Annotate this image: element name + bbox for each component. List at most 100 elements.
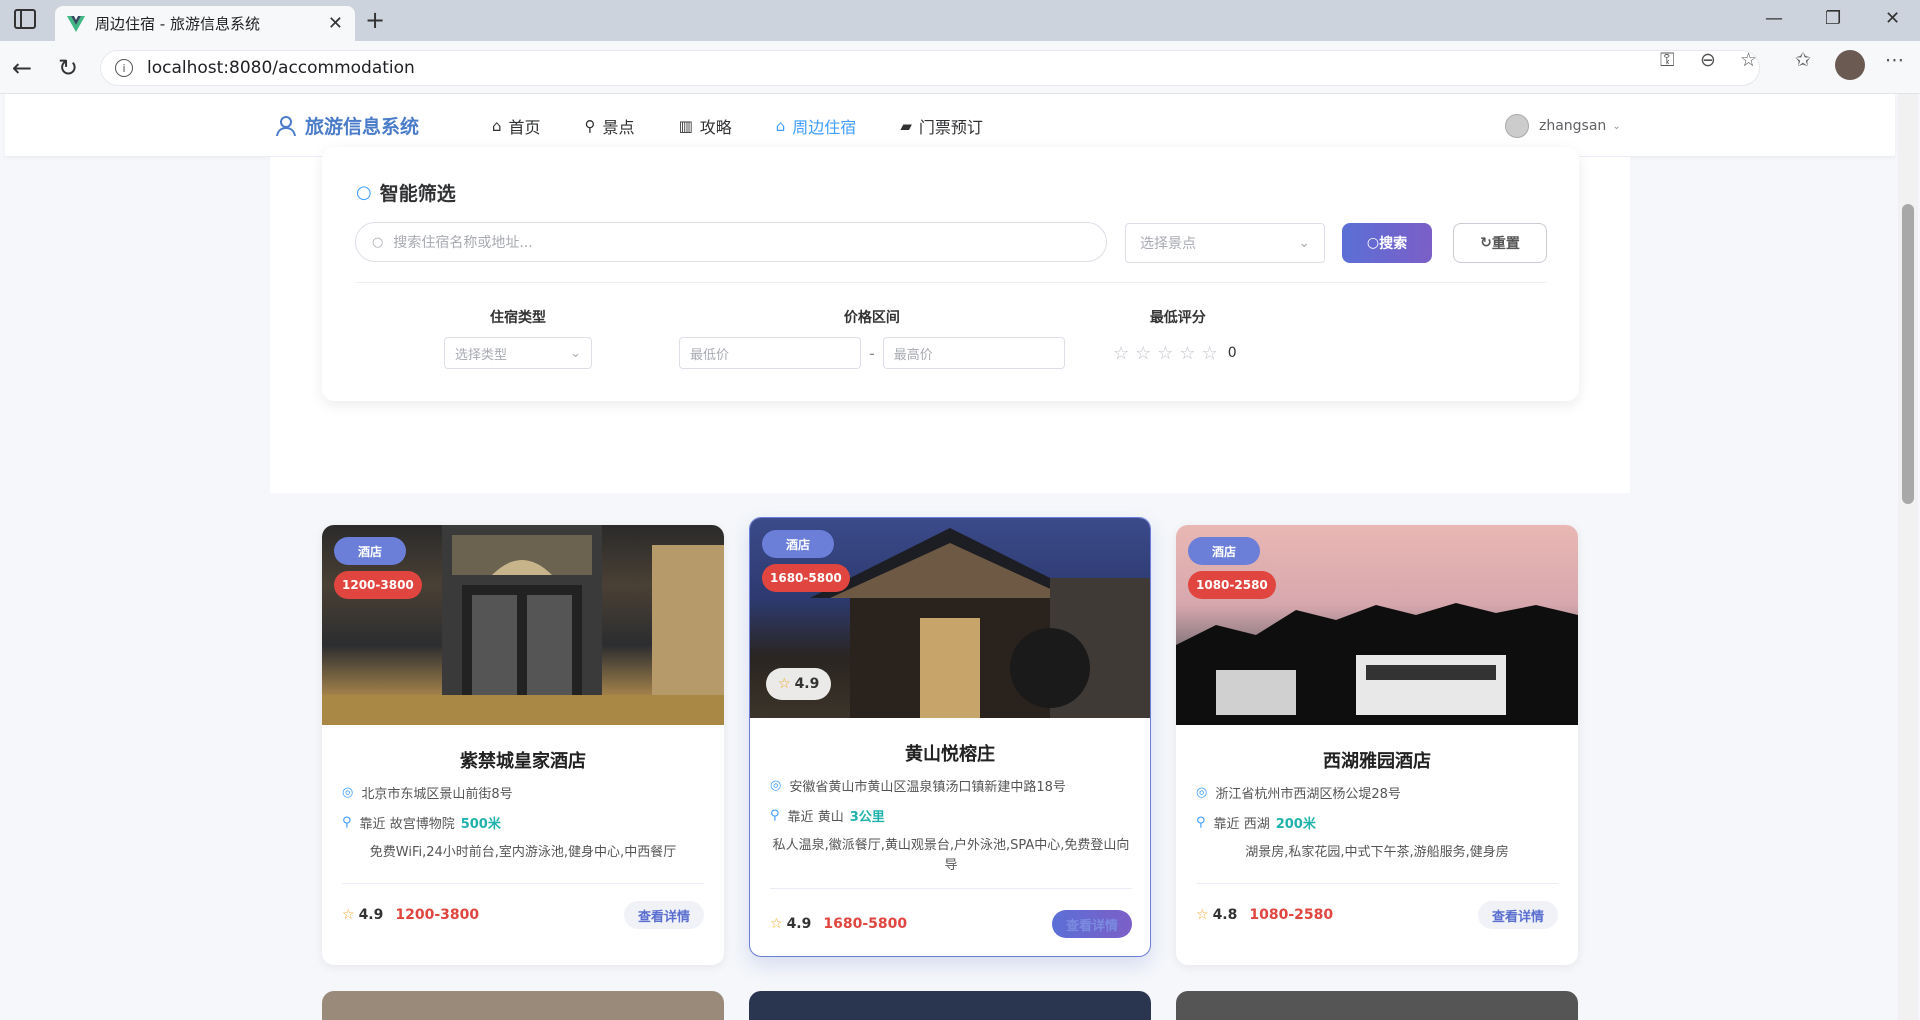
max-price-placeholder: 最高价 — [893, 347, 933, 363]
type-label: 住宿类型 — [490, 310, 546, 326]
near-line: ⚲ 靠近 黄山 3公里 — [770, 806, 885, 825]
rating: 4.8 — [1212, 907, 1238, 923]
attraction-placeholder: 选择景点 — [1140, 236, 1196, 252]
min-price-placeholder: 最低价 — [690, 347, 730, 363]
user-dropdown[interactable]: zhangsan ⌄ — [1505, 114, 1621, 138]
zoom-icon[interactable]: ⊖ — [1700, 49, 1716, 71]
browser-profile-avatar[interactable] — [1835, 50, 1865, 80]
search-icon: ○ — [1366, 235, 1380, 251]
user-logo-icon — [275, 115, 297, 137]
more-menu-icon[interactable]: ⋯ — [1885, 49, 1904, 71]
vue-logo-icon — [67, 15, 85, 33]
address-text: 安徽省黄山市黄山区温泉镇汤口镇新建中路18号 — [789, 780, 1066, 795]
app-logo[interactable]: 旅游信息系统 — [275, 112, 419, 139]
next-card-image — [322, 991, 724, 1020]
facilities: 湖景房,私家花园,中式下午茶,游船服务,健身房 — [1245, 845, 1509, 860]
max-price-input[interactable]: 最高价 — [882, 337, 1065, 369]
new-tab-icon[interactable]: + — [365, 6, 385, 34]
near-prefix: 靠近 — [1213, 817, 1240, 832]
min-price-input[interactable]: 最低价 — [679, 337, 861, 369]
attraction-select[interactable]: 选择景点 ⌄ — [1125, 223, 1325, 263]
price: 1080-2580 — [1249, 907, 1334, 923]
hotel-name: 西湖雅园酒店 — [1323, 751, 1431, 772]
accommodation-card[interactable]: 酒店 1080-2580 西湖雅园酒店 ◎ 浙江省杭州市西湖区杨公堤28号 ⚲ 靠近… — [1176, 525, 1578, 965]
star-icon: ☆ — [770, 916, 783, 932]
location-pin-icon: ◎ — [770, 778, 782, 793]
browser-tab[interactable]: 周边住宿 - 旅游信息系统 ✕ — [55, 6, 355, 41]
search-button[interactable]: ○ 搜索 — [1342, 223, 1432, 263]
facilities: 私人温泉,徽派餐厅,黄山观景台,户外泳池,SPA中心,免费登山向导 — [772, 838, 1130, 873]
info-icon[interactable]: i — [115, 59, 133, 77]
card-divider — [342, 883, 704, 884]
near-prefix: 靠近 — [787, 810, 814, 825]
back-icon[interactable]: ← — [12, 54, 32, 82]
reset-button[interactable]: ↻ 重置 — [1453, 223, 1547, 263]
accommodation-card[interactable]: 酒店 1680-5800 ☆ 4.9 黄山悦榕庄 ◎ 安徽省黄山市黄山区温泉镇汤口镇… — [749, 517, 1151, 957]
card-divider — [770, 888, 1132, 889]
reset-button-label: 重置 — [1491, 236, 1520, 252]
rating: 4.9 — [358, 907, 384, 923]
view-details-button[interactable]: 查看详情 — [623, 901, 704, 929]
address-line: ◎ 安徽省黄山市黄山区温泉镇汤口镇新建中路18号 — [770, 776, 1066, 795]
address-line: ◎ 浙江省杭州市西湖区杨公堤28号 — [1196, 783, 1401, 802]
restore-icon[interactable]: ❐ — [1825, 8, 1841, 29]
star-icon[interactable]: ☆ — [1113, 343, 1129, 364]
menu-label: 周边住宿 — [792, 117, 857, 137]
rating-label: 最低评分 — [1149, 310, 1206, 326]
price-filter: 价格区间 最低价 - 最高价 — [679, 307, 1065, 369]
type-placeholder: 选择类型 — [455, 347, 508, 363]
map-pin-icon: ⚲ — [1196, 815, 1206, 830]
close-window-icon[interactable]: ✕ — [1885, 8, 1900, 29]
close-tab-icon[interactable]: ✕ — [328, 13, 343, 34]
rating-stars[interactable]: ☆ ☆ ☆ ☆ ☆ 0 — [1113, 337, 1243, 369]
minimize-icon[interactable]: — — [1765, 8, 1783, 29]
accommodation-card[interactable]: 酒店 1200-3800 紫禁城皇家酒店 ◎ 北京市东城区景山前街8号 ⚲ 靠近 故… — [322, 525, 724, 965]
key-icon[interactable]: ⚿ — [1660, 49, 1674, 71]
search-input[interactable]: ○ 搜索住宿名称或地址... — [355, 222, 1107, 262]
address-line: ◎ 北京市东城区景山前街8号 — [342, 783, 513, 802]
card-footer: ☆ 4.9 1200-3800 查看详情 — [342, 901, 704, 929]
reload-icon[interactable]: ↻ — [58, 54, 78, 82]
app-root: 旅游信息系统 ⌂ 首页 ⚲ 景点 ▥ 攻略 ⌂ 周边住宿 ▰ 门票预订 zhangsan … — [0, 94, 1920, 1020]
search-placeholder: 搜索住宿名称或地址... — [393, 235, 533, 251]
menu-label: 攻略 — [699, 117, 732, 137]
star-icon: ☆ — [778, 676, 791, 692]
next-card-image — [1176, 991, 1578, 1020]
star-icon[interactable]: ☆ — [1202, 343, 1218, 364]
menu-label: 景点 — [602, 117, 635, 137]
price: 1200-3800 — [395, 907, 480, 923]
price-badge: 1200-3800 — [334, 571, 422, 599]
page-scrollbar[interactable] — [1898, 94, 1918, 1020]
tab-title: 周边住宿 - 旅游信息系统 — [95, 15, 260, 33]
url-input[interactable]: i localhost:8080/accommodation — [100, 50, 1760, 86]
near-line: ⚲ 靠近 西湖 200米 — [1196, 813, 1316, 832]
view-details-button[interactable]: 查看详情 — [1477, 901, 1558, 929]
type-select[interactable]: 选择类型 ⌄ — [444, 337, 592, 369]
near-attraction: 故宫博物院 — [389, 817, 455, 832]
filter-panel: ○ 智能筛选 ○ 搜索住宿名称或地址... 选择景点 ⌄ ○ 搜索 ↻ 重置 住宿类… — [322, 147, 1579, 401]
scrollbar-thumb[interactable] — [1902, 204, 1914, 504]
view-details-button[interactable]: 查看详情 — [1051, 910, 1132, 938]
card-footer: ☆ 4.8 1080-2580 查看详情 — [1196, 901, 1558, 929]
type-badge: 酒店 — [334, 537, 406, 565]
card-divider — [1196, 883, 1558, 884]
near-prefix: 靠近 — [359, 817, 386, 832]
map-pin-icon: ⚲ — [770, 808, 780, 823]
divider — [355, 282, 1547, 283]
distance: 500米 — [460, 817, 501, 832]
address-text: 浙江省杭州市西湖区杨公堤28号 — [1215, 787, 1401, 802]
star-icon[interactable]: ☆ — [1135, 343, 1151, 364]
chevron-down-icon: ⌄ — [1612, 120, 1621, 132]
sidebar-toggle-icon[interactable] — [14, 9, 36, 29]
browser-tabbar: 周边住宿 - 旅游信息系统 ✕ + — ❐ ✕ — [0, 0, 1920, 41]
price-label: 价格区间 — [843, 310, 900, 326]
home-icon: ⌂ — [492, 116, 502, 135]
favorite-star-icon[interactable]: ☆ — [1740, 49, 1757, 71]
near-line: ⚲ 靠近 故宫博物院 500米 — [342, 813, 501, 832]
star-icon: ☆ — [1196, 907, 1209, 923]
rating: 4.9 — [786, 916, 812, 932]
favorites-list-icon[interactable]: ✩ — [1795, 49, 1811, 71]
star-icon[interactable]: ☆ — [1157, 343, 1173, 364]
star-icon[interactable]: ☆ — [1179, 343, 1195, 364]
price-badge: 1080-2580 — [1188, 571, 1276, 599]
